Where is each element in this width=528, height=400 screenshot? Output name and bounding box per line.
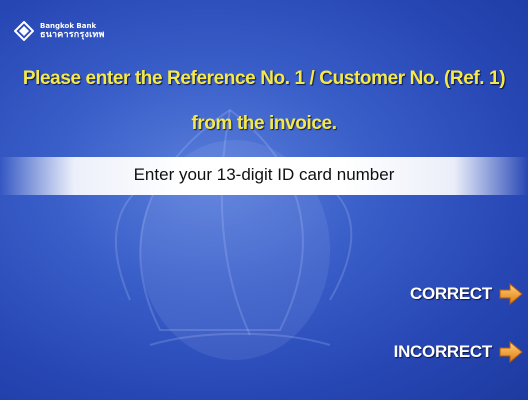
arrow-right-icon — [499, 282, 523, 306]
id-card-input-field[interactable]: Enter your 13-digit ID card number — [0, 165, 528, 185]
arrow-right-icon — [499, 340, 523, 364]
correct-label: CORRECT — [410, 284, 492, 303]
bangkok-bank-logo-icon — [14, 21, 34, 41]
correct-button[interactable]: CORRECT — [410, 281, 524, 307]
bank-name-en: Bangkok Bank — [40, 21, 97, 30]
bank-name-th: ธนาคารกรุงเทพ — [40, 29, 105, 40]
incorrect-button[interactable]: INCORRECT — [394, 339, 524, 365]
atm-screen: Bangkok Bank ธนาคารกรุงเทพ Please enter … — [0, 0, 528, 400]
prompt-line-2: from the invoice. — [191, 113, 337, 134]
bank-logo: Bangkok Bank ธนาคารกรุงเทพ — [14, 20, 105, 42]
incorrect-label: INCORRECT — [393, 342, 493, 361]
bank-name: Bangkok Bank ธนาคารกรุงเทพ — [40, 21, 105, 40]
prompt-line-1: Please enter the Reference No. 1 / Custo… — [22, 68, 506, 89]
